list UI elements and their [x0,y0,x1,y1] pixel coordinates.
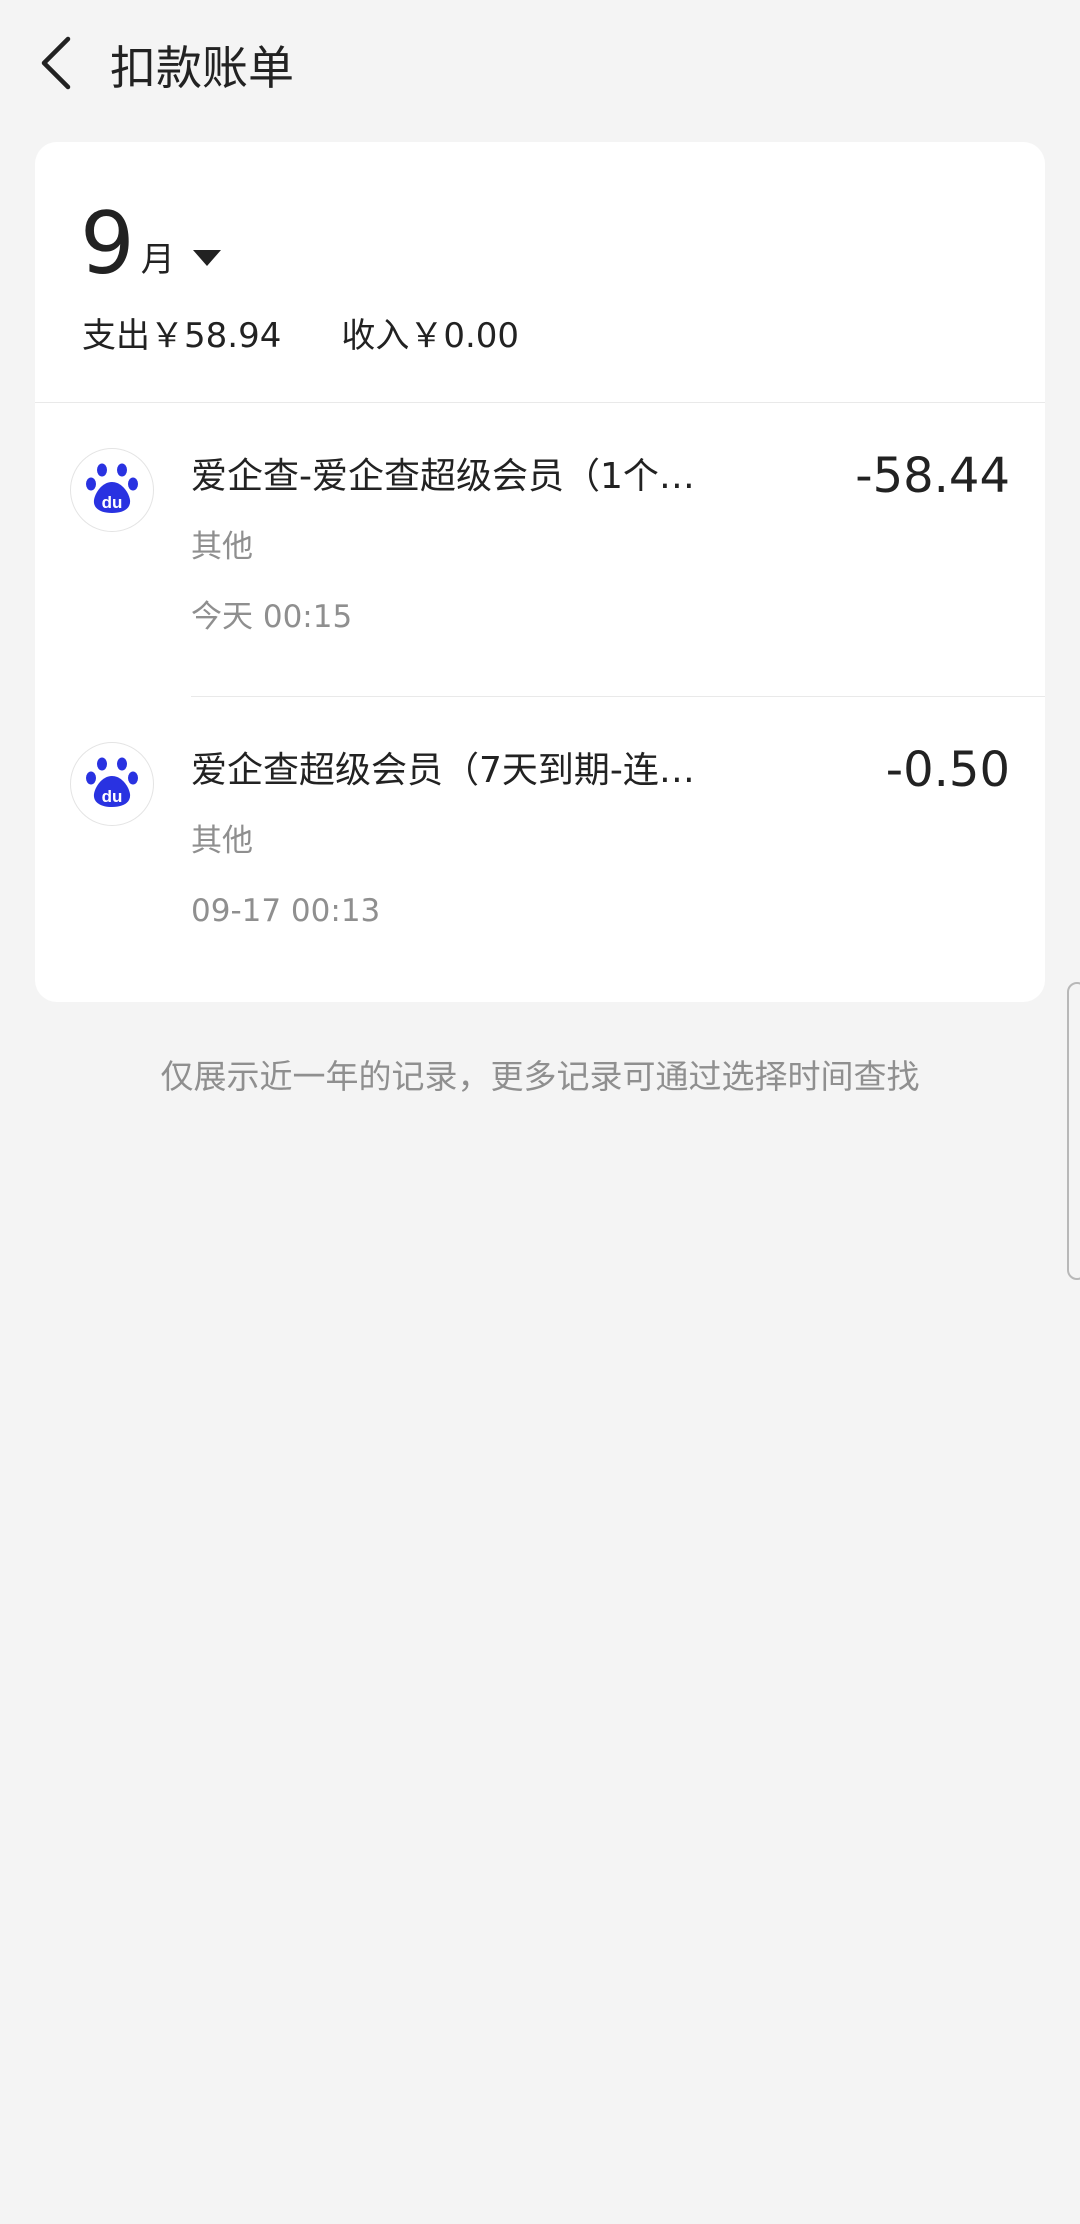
side-edge-handle[interactable] [1067,982,1080,1280]
bill-list-card: 9 月 支出￥58.94 收入￥0.00 du 爱企查-爱企查超级会员（1个月 … [35,142,1045,1002]
bill-item[interactable]: du 爱企查-爱企查超级会员（1个月自动... 其他 今天 00:15 -58.… [35,404,1045,698]
income-total: 收入￥0.00 [341,316,520,356]
back-button[interactable] [28,34,82,96]
bill-amount: -0.50 [885,742,1010,798]
monthly-summary: 支出￥58.94 收入￥0.00 [82,314,519,358]
baidu-paw-icon: du [82,752,142,816]
month-selector[interactable]: 9 月 [80,182,223,292]
month-unit: 月 [140,240,175,280]
month-number: 9 [80,194,135,294]
expense-total: 支出￥58.94 [82,316,282,356]
chevron-left-icon [38,35,72,95]
baidu-paw-icon: du [82,458,142,522]
bill-title: 爱企查-爱企查超级会员（1个月自动... [191,456,711,497]
bill-title: 爱企查超级会员（7天到期-连续包月... [191,750,711,791]
divider [191,696,1045,697]
bill-item[interactable]: du 爱企查超级会员（7天到期-连续包月... 其他 09-17 00:13 -… [35,698,1045,992]
merchant-avatar: du [70,448,154,532]
bill-category: 其他 [191,823,253,859]
logo-text: du [102,787,123,806]
page-title: 扣款账单 [110,41,294,95]
bill-time: 09-17 00:13 [191,893,381,929]
bill-category: 其他 [191,529,253,565]
divider [35,402,1045,403]
bill-time: 今天 00:15 [191,599,353,635]
top-bar: 扣款账单 [0,0,1080,140]
bill-amount: -58.44 [855,448,1010,504]
caret-down-icon [191,248,223,272]
merchant-avatar: du [70,742,154,826]
logo-text: du [102,493,123,512]
history-range-note: 仅展示近一年的记录，更多记录可通过选择时间查找 [160,1057,920,1096]
